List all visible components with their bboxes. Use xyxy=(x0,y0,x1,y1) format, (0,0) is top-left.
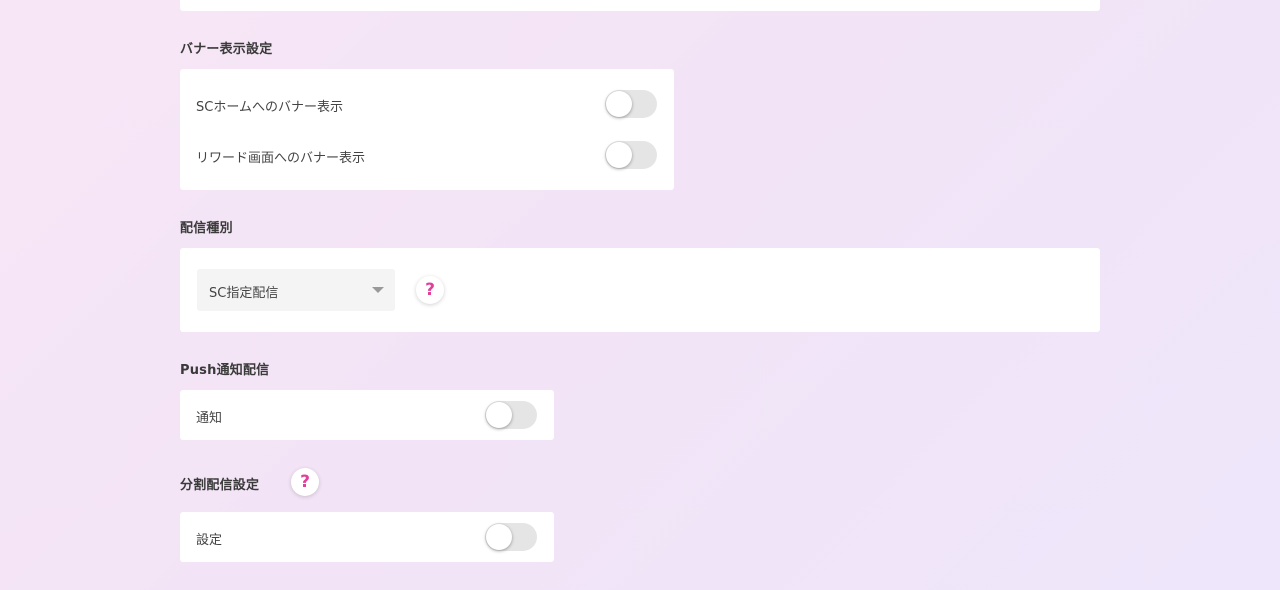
push-notification-toggle[interactable] xyxy=(485,401,537,429)
delivery-type-title: 配信種別 xyxy=(180,221,233,236)
split-delivery-toggle[interactable] xyxy=(485,523,537,551)
question-mark-icon[interactable]: ? xyxy=(416,276,444,304)
toggle-knob xyxy=(606,91,632,117)
reward-screen-banner-label: リワード画面へのバナー表示 xyxy=(196,151,366,166)
previous-section-card xyxy=(180,0,1100,11)
toggle-knob xyxy=(486,402,512,428)
chevron-down-icon xyxy=(372,287,384,293)
push-section-title: Push通知配信 xyxy=(180,363,270,378)
reward-screen-banner-toggle[interactable] xyxy=(605,141,657,169)
split-delivery-card: 設定 xyxy=(180,512,554,562)
split-delivery-title: 分割配信設定 xyxy=(180,478,260,493)
banner-settings-card: SCホームへのバナー表示 リワード画面へのバナー表示 xyxy=(180,69,674,190)
push-notification-card: 通知 xyxy=(180,390,554,440)
toggle-knob xyxy=(486,524,512,550)
banner-section-title: バナー表示設定 xyxy=(180,42,273,57)
toggle-knob xyxy=(606,142,632,168)
delivery-type-select[interactable]: SC指定配信 xyxy=(197,269,395,311)
sc-home-banner-label: SCホームへのバナー表示 xyxy=(196,100,343,115)
sc-home-banner-toggle[interactable] xyxy=(605,90,657,118)
delivery-type-select-value: SC指定配信 xyxy=(209,286,279,301)
question-mark-icon[interactable]: ? xyxy=(291,468,319,496)
push-notification-label: 通知 xyxy=(196,411,223,426)
split-delivery-label: 設定 xyxy=(196,533,223,548)
delivery-type-card: SC指定配信 ? xyxy=(180,248,1100,332)
